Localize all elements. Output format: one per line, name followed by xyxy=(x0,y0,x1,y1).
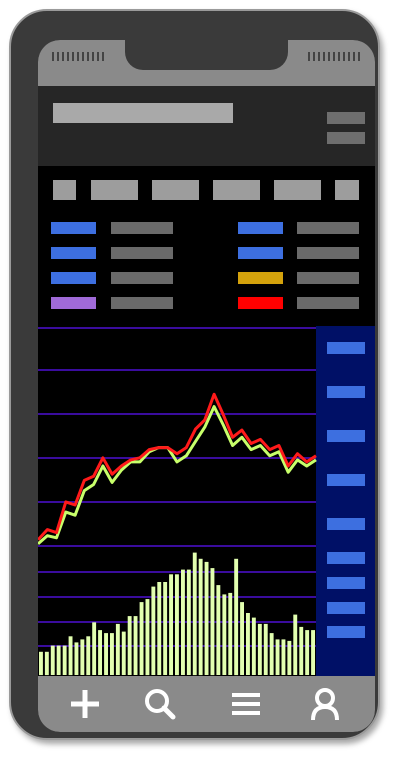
volume-bar-8 xyxy=(80,639,85,675)
volume-bar-28 xyxy=(198,558,203,676)
legend-swatch-right-2 xyxy=(238,247,283,259)
volume-bar-18 xyxy=(139,602,144,675)
legend-swatch-right-1 xyxy=(238,222,283,234)
volume-bar-23 xyxy=(169,574,173,676)
tab-3[interactable] xyxy=(152,180,199,200)
tab-6[interactable] xyxy=(335,180,359,200)
volume-bar-25 xyxy=(181,569,185,675)
legend-label-left-1 xyxy=(111,222,173,234)
legend-swatch-right-4 xyxy=(238,297,283,309)
volume-bar-24 xyxy=(175,574,179,676)
header-menu-line-2[interactable] xyxy=(327,132,365,144)
price-axis-panel xyxy=(316,326,375,676)
phone-frame xyxy=(9,9,380,740)
volume-bar-45 xyxy=(299,626,304,675)
tab-4[interactable] xyxy=(213,180,260,200)
price-tag-4 xyxy=(327,474,365,486)
volume-bar-33 xyxy=(228,592,233,675)
phone-screen xyxy=(38,40,375,732)
legend-label-right-1 xyxy=(297,222,359,234)
price-tag-5 xyxy=(327,518,365,530)
price-tag-6 xyxy=(327,552,365,564)
legend-swatch-left-1 xyxy=(51,222,96,234)
price-tag-8 xyxy=(327,602,365,614)
price-tag-9 xyxy=(327,626,365,638)
price-chart xyxy=(38,326,375,676)
tab-2[interactable] xyxy=(91,180,138,200)
volume-bar-12 xyxy=(104,633,108,675)
legend-label-right-2 xyxy=(297,247,359,259)
volume-bar-34 xyxy=(234,558,239,676)
volume-bar-47 xyxy=(311,630,315,675)
user-icon[interactable] xyxy=(306,686,344,722)
volume-bar-42 xyxy=(281,639,286,675)
volume-bar-40 xyxy=(269,633,274,675)
volume-bar-30 xyxy=(210,568,215,676)
volume-bar-27 xyxy=(192,552,197,676)
price-tag-3 xyxy=(327,430,365,442)
volume-bar-15 xyxy=(121,631,126,675)
volume-bar-6 xyxy=(68,636,73,676)
volume-bar-31 xyxy=(216,585,221,675)
legend-swatch-right-3 xyxy=(238,272,283,284)
volume-bar-11 xyxy=(98,630,102,675)
volume-bar-16 xyxy=(127,616,132,675)
legend-label-left-2 xyxy=(111,247,173,259)
price-tag-1 xyxy=(327,342,365,354)
price-tag-7 xyxy=(327,577,365,589)
menu-icon[interactable] xyxy=(227,686,265,722)
tab-1[interactable] xyxy=(53,180,76,200)
page-title-placeholder xyxy=(53,103,233,123)
legend-label-left-3 xyxy=(111,272,173,284)
volume-bar-14 xyxy=(115,623,120,675)
speaker-grill-left xyxy=(52,52,106,61)
notch xyxy=(125,40,288,70)
tab-5[interactable] xyxy=(274,180,321,200)
volume-bar-20 xyxy=(151,586,156,675)
price-chart-svg xyxy=(38,326,375,676)
volume-bar-19 xyxy=(145,599,150,676)
volume-bar-10 xyxy=(92,622,97,675)
volume-bar-5 xyxy=(62,645,67,675)
volume-bar-36 xyxy=(246,613,250,675)
volume-bar-21 xyxy=(157,582,162,675)
volume-bar-4 xyxy=(56,645,61,675)
volume-bar-32 xyxy=(222,594,227,675)
legend-label-right-4 xyxy=(297,297,359,309)
volume-bar-43 xyxy=(287,640,292,675)
volume-bar-26 xyxy=(186,569,191,675)
search-icon[interactable] xyxy=(140,686,178,722)
volume-bar-41 xyxy=(275,639,280,675)
speaker-grill-right xyxy=(308,52,362,61)
price-tag-2 xyxy=(327,386,365,398)
legend-label-left-4 xyxy=(111,297,173,309)
volume-bar-13 xyxy=(110,633,114,675)
legend-swatch-left-3 xyxy=(51,272,96,284)
volume-bar-9 xyxy=(86,636,91,676)
legend-swatch-left-2 xyxy=(51,247,96,259)
status-bar xyxy=(38,40,375,86)
volume-bar-29 xyxy=(204,561,209,675)
volume-bar-2 xyxy=(44,651,49,676)
volume-bar-17 xyxy=(133,616,138,675)
volume-bar-44 xyxy=(293,614,298,675)
header-menu-line-1[interactable] xyxy=(327,112,365,124)
volume-bar-3 xyxy=(50,645,55,675)
plus-icon[interactable] xyxy=(66,686,104,722)
volume-bar-39 xyxy=(263,623,268,675)
volume-bar-22 xyxy=(163,582,168,675)
bottom-nav xyxy=(38,676,375,732)
volume-bar-37 xyxy=(251,617,256,675)
volume-bar-35 xyxy=(240,602,244,675)
volume-bar-1 xyxy=(39,651,43,676)
volume-bar-38 xyxy=(257,623,262,675)
legend-swatch-left-4 xyxy=(51,297,96,309)
app-header xyxy=(38,86,375,166)
legend-label-right-3 xyxy=(297,272,359,284)
volume-bar-7 xyxy=(74,642,79,675)
legend-panel xyxy=(38,166,375,326)
volume-bar-46 xyxy=(305,630,310,675)
